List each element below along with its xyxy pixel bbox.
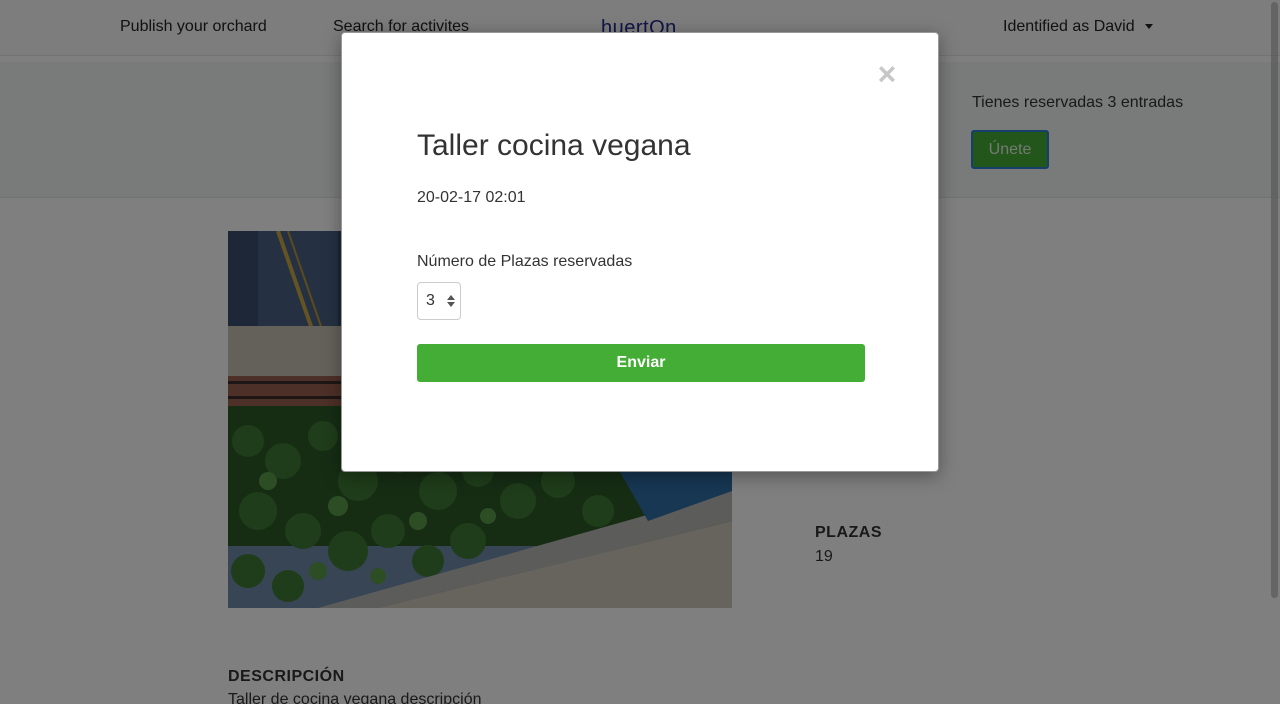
spinner-down-icon[interactable] [447,302,455,307]
seats-label: Número de Plazas reservadas [417,253,633,270]
modal-title: Taller cocina vegana [417,129,691,162]
seats-stepper[interactable]: 3 [417,282,461,320]
close-icon[interactable]: × [874,58,900,90]
activity-date: 20-02-17 02:01 [417,189,526,206]
reservation-modal: × Taller cocina vegana 20-02-17 02:01 Nú… [341,32,939,472]
seats-value: 3 [426,292,435,309]
page-scrollbar[interactable] [1271,2,1278,598]
spinner-arrows-icon[interactable] [447,295,455,309]
submit-button[interactable]: Enviar [417,344,865,382]
spinner-up-icon[interactable] [447,295,455,300]
